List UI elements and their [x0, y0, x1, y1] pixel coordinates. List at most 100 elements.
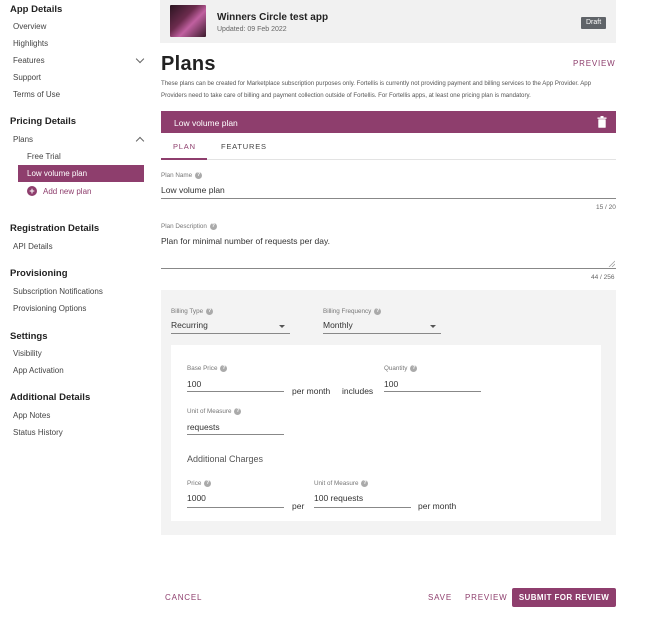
plan-description-counter: 44 / 256 — [591, 274, 615, 281]
sidebar-item-features[interactable]: Features — [13, 56, 45, 65]
unit-of-measure-label: Unit of Measure? — [187, 408, 242, 415]
sidebar-section-additional-details: Additional Details — [10, 392, 91, 403]
sidebar-item-overview[interactable]: Overview — [13, 22, 46, 31]
help-icon[interactable]: ? — [195, 172, 203, 179]
page-description: These plans can be created for Marketpla… — [161, 80, 592, 99]
sidebar-item-terms-of-use[interactable]: Terms of Use — [13, 90, 60, 99]
sidebar-section-registration-details: Registration Details — [10, 223, 100, 234]
quantity-label: Quantity? — [384, 365, 418, 372]
help-icon[interactable]: ? — [361, 480, 369, 487]
plan-description-label-text: Plan Description — [161, 223, 207, 230]
includes-text: includes — [342, 386, 374, 396]
base-price-field[interactable]: 100 — [187, 379, 201, 389]
app-name: Winners Circle test app — [217, 12, 329, 23]
sidebar-item-subscription-notifications[interactable]: Subscription Notifications — [13, 287, 103, 296]
plan-header-title: Low volume plan — [174, 118, 238, 128]
page-title: Plans — [161, 53, 216, 75]
base-price-label-text: Base Price — [187, 365, 218, 372]
app-updated-date: Updated: 09 Feb 2022 — [217, 26, 287, 33]
sidebar-item-free-trial[interactable]: Free Trial — [27, 152, 61, 161]
unit-of-measure-underline — [187, 434, 284, 435]
price-label-text: Price — [187, 480, 202, 487]
base-price-label: Base Price? — [187, 365, 228, 372]
plan-name-label: Plan Name? — [161, 172, 203, 179]
help-icon[interactable]: ? — [206, 308, 214, 315]
save-button[interactable]: SAVE — [428, 593, 452, 602]
plan-header-bar: Low volume plan — [161, 111, 616, 133]
sidebar-item-low-volume-plan[interactable]: Low volume plan — [18, 165, 144, 182]
per-month-text: per month — [292, 386, 331, 396]
status-badge: Draft — [581, 17, 607, 29]
sidebar-item-api-details[interactable]: API Details — [13, 242, 53, 251]
help-icon[interactable]: ? — [410, 365, 418, 372]
billing-type-underline — [171, 333, 290, 334]
tab-plan[interactable]: PLAN — [173, 142, 196, 151]
plan-description-label: Plan Description? — [161, 223, 217, 230]
sidebar-item-app-notes[interactable]: App Notes — [13, 411, 50, 420]
sidebar: App Details Overview Highlights Features… — [0, 0, 156, 644]
billing-frequency-label-text: Billing Frequency — [323, 308, 372, 315]
base-price-underline — [187, 391, 284, 392]
plan-name-underline — [161, 198, 616, 199]
per-text: per — [292, 501, 305, 511]
additional-unit-label: Unit of Measure? — [314, 480, 369, 487]
billing-type-select[interactable]: Recurring — [171, 320, 208, 330]
price-label: Price? — [187, 480, 212, 487]
sidebar-section-pricing-details: Pricing Details — [10, 116, 76, 127]
billing-frequency-underline — [323, 333, 441, 334]
chevron-down-icon[interactable] — [135, 54, 145, 64]
sidebar-item-highlights[interactable]: Highlights — [13, 39, 48, 48]
resize-handle-icon[interactable] — [608, 260, 615, 267]
quantity-label-text: Quantity — [384, 365, 408, 372]
sidebar-item-app-activation[interactable]: App Activation — [13, 366, 64, 375]
submit-for-review-button[interactable]: SUBMIT FOR REVIEW — [512, 588, 616, 607]
plan-description-field[interactable]: Plan for minimal number of requests per … — [161, 231, 616, 269]
sidebar-item-plans[interactable]: Plans — [13, 135, 33, 144]
add-new-plan-link[interactable]: + Add new plan — [27, 186, 91, 196]
plan-name-counter: 15 / 20 — [596, 204, 616, 211]
dropdown-arrow-icon[interactable] — [279, 325, 285, 328]
sidebar-item-support[interactable]: Support — [13, 73, 41, 82]
trash-icon[interactable] — [597, 116, 607, 128]
unit-of-measure-field[interactable]: requests — [187, 422, 220, 432]
price-underline — [187, 507, 284, 508]
help-icon[interactable]: ? — [374, 308, 382, 315]
tab-features[interactable]: FEATURES — [221, 142, 267, 151]
plus-circle-icon: + — [27, 186, 37, 196]
additional-unit-label-text: Unit of Measure — [314, 480, 359, 487]
help-icon[interactable]: ? — [234, 408, 242, 415]
additional-unit-field[interactable]: 100 requests — [314, 493, 363, 503]
unit-of-measure-label-text: Unit of Measure — [187, 408, 232, 415]
app-thumbnail — [170, 5, 206, 37]
billing-frequency-select[interactable]: Monthly — [323, 320, 353, 330]
sidebar-section-provisioning: Provisioning — [10, 268, 68, 279]
dropdown-arrow-icon[interactable] — [430, 325, 436, 328]
plan-tabs: PLAN FEATURES — [161, 136, 616, 160]
plan-name-label-text: Plan Name — [161, 172, 193, 179]
preview-button[interactable]: PREVIEW — [465, 593, 508, 602]
plan-name-field[interactable]: Low volume plan — [161, 185, 225, 195]
help-icon[interactable]: ? — [209, 223, 217, 230]
sidebar-item-provisioning-options[interactable]: Provisioning Options — [13, 304, 86, 313]
app-header-card: Winners Circle test app Updated: 09 Feb … — [160, 0, 616, 43]
help-icon[interactable]: ? — [204, 480, 212, 487]
billing-frequency-label: Billing Frequency? — [323, 308, 382, 315]
sidebar-item-visibility[interactable]: Visibility — [13, 349, 42, 358]
quantity-field[interactable]: 100 — [384, 379, 398, 389]
cancel-button[interactable]: CANCEL — [165, 593, 202, 602]
additional-charges-title: Additional Charges — [187, 454, 264, 464]
per-month-text-2: per month — [418, 501, 457, 511]
billing-type-label: Billing Type? — [171, 308, 214, 315]
preview-link[interactable]: PREVIEW — [573, 59, 616, 68]
sidebar-item-label: Low volume plan — [27, 169, 88, 178]
billing-type-label-text: Billing Type — [171, 308, 204, 315]
chevron-up-icon[interactable] — [135, 136, 145, 146]
additional-unit-underline — [314, 507, 411, 508]
tab-active-indicator — [161, 158, 207, 160]
help-icon[interactable]: ? — [220, 365, 228, 372]
sidebar-section-settings: Settings — [10, 331, 48, 342]
price-field[interactable]: 1000 — [187, 493, 206, 503]
sidebar-item-status-history[interactable]: Status History — [13, 428, 63, 437]
sidebar-section-app-details: App Details — [10, 4, 63, 15]
quantity-underline — [384, 391, 481, 392]
